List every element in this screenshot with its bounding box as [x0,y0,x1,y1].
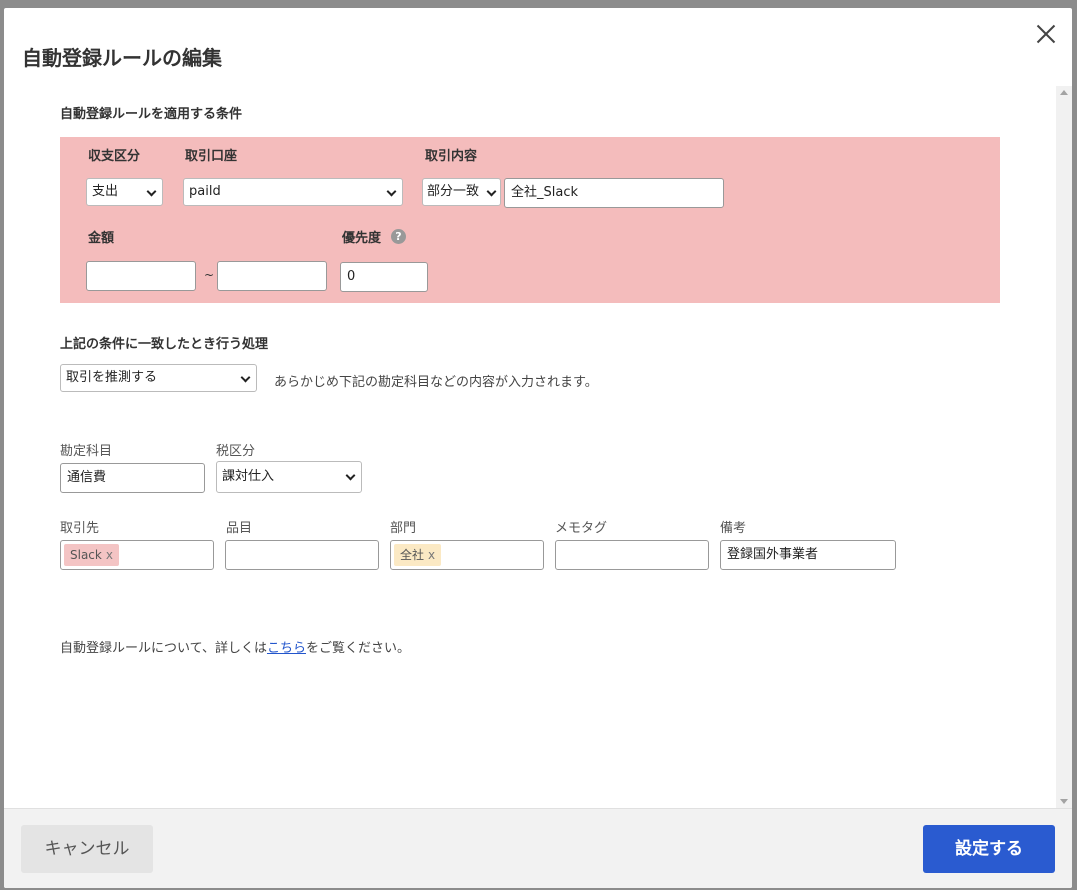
amount-max-input[interactable] [217,261,327,291]
action-hint: あらかじめ下記の勘定科目などの内容が入力されます。 [274,375,598,390]
backdrop [0,0,1077,8]
conditions-heading: 自動登録ルールを適用する条件 [60,107,243,122]
info-suffix: をご覧ください。 [305,641,410,656]
account-select[interactable]: paild [183,178,403,206]
chevron-down-icon [146,186,157,197]
scroll-down-icon[interactable] [1060,799,1068,804]
account-select-value: paild [189,184,221,199]
cancel-button[interactable]: キャンセル [21,825,153,873]
action-select[interactable]: 取引を推測する [60,364,257,392]
chevron-down-icon [240,372,251,383]
note-label: 備考 [720,521,747,536]
account-item-label: 勘定科目 [60,444,113,459]
account-label: 取引口座 [185,149,238,164]
edit-rule-dialog: 自動登録ルールの編集 自動登録ルールを適用する条件 収支区分 取引口座 取引内容… [4,8,1072,888]
submit-button[interactable]: 設定する [923,825,1055,873]
priority-label: 優先度 [342,231,382,246]
action-heading: 上記の条件に一致したとき行う処理 [60,337,269,352]
tax-label: 税区分 [216,444,256,459]
item-label: 品目 [226,521,253,536]
info-prefix: 自動登録ルールについて、詳しくは [60,641,267,656]
item-input[interactable] [225,540,379,570]
content-input[interactable]: 全社_Slack [504,178,724,208]
info-text: 自動登録ルールについて、詳しくはこちらをご覧ください。 [60,637,410,656]
type-label: 収支区分 [88,149,141,164]
conditions-panel: 収支区分 取引口座 取引内容 支出 paild 部分一致 全社_Slack 金額… [60,137,1000,303]
partner-tag: Slack x [64,544,119,566]
match-select[interactable]: 部分一致 [422,178,501,206]
tag-remove-icon[interactable]: x [106,548,113,562]
partner-tag-label: Slack [70,548,102,562]
help-link[interactable]: こちら [267,641,306,656]
type-select[interactable]: 支出 [86,178,163,206]
tax-select[interactable]: 課対仕入 [216,461,362,493]
chevron-down-icon [486,186,497,197]
dialog-footer: キャンセル 設定する [4,808,1072,888]
note-input[interactable]: 登録国外事業者 [720,540,896,570]
section-input[interactable]: 全社 x [390,540,544,570]
match-select-value: 部分一致 [427,184,480,199]
account-item-input[interactable]: 通信費 [60,463,205,493]
section-label: 部門 [390,521,417,536]
section-tag: 全社 x [394,544,442,566]
amount-min-input[interactable] [86,261,196,291]
partner-label: 取引先 [60,521,100,536]
dialog-title: 自動登録ルールの編集 [22,46,222,70]
priority-input[interactable]: 0 [340,262,428,292]
memo-tag-label: メモタグ [555,521,608,536]
content-label: 取引内容 [425,149,478,164]
action-select-value: 取引を推測する [66,370,158,385]
tax-select-value: 課対仕入 [222,469,275,484]
chevron-down-icon [386,186,397,197]
chevron-down-icon [345,470,356,481]
tag-remove-icon[interactable]: x [428,548,435,562]
type-select-value: 支出 [92,184,119,199]
amount-label: 金額 [88,231,115,246]
section-tag-label: 全社 [400,548,425,562]
memo-tag-input[interactable] [555,540,709,570]
dialog-scrollbar[interactable] [1056,86,1072,808]
partner-input[interactable]: Slack x [60,540,214,570]
amount-separator: ~ [204,268,215,282]
help-icon[interactable]: ? [391,229,406,244]
close-icon[interactable] [1034,22,1058,46]
scroll-up-icon[interactable] [1060,90,1068,95]
